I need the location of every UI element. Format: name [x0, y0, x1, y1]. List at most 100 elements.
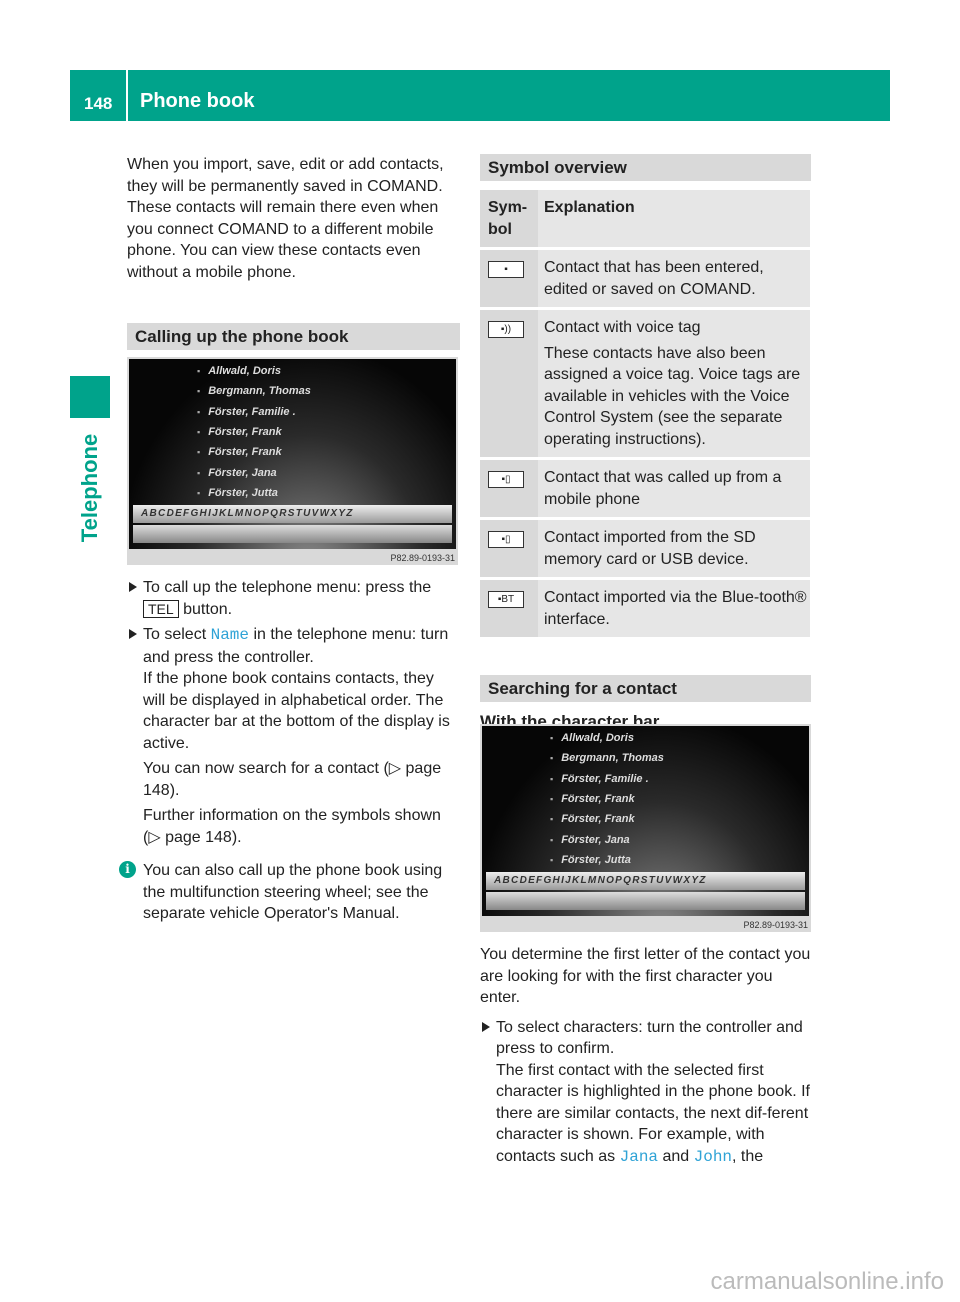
text: , the — [732, 1147, 764, 1165]
section-heading: Calling up the phone book — [127, 323, 460, 350]
symbol-cell: ▪BT — [480, 580, 538, 637]
contact-entry: ▪ Förster, Frank — [197, 426, 282, 438]
symbol-row: ▪▯ Contact that was called up from a mobi… — [480, 460, 810, 517]
contact-icon: ▪ — [197, 467, 201, 478]
screen-image: ▪ Allwald, Doris ▪ Bergmann, Thomas ▪ Förster… — [127, 357, 458, 565]
explanation: Contact that has been entered, edited or… — [544, 259, 764, 298]
display: ▪ Allwald, Doris ▪ Bergmann, Thomas ▪ Förster… — [482, 726, 809, 916]
person-sd-icon: ▪▯ — [488, 531, 524, 548]
contact-entry: ▪ Förster, Jutta — [197, 487, 278, 499]
info-note: i You can also call up the phone book usi… — [119, 860, 460, 925]
text: and — [658, 1147, 694, 1165]
contact-name: Förster, Jutta — [561, 853, 631, 866]
symbol-cell: ▪)) — [480, 310, 538, 457]
contact-icon: ▪ — [550, 834, 554, 845]
contact-name: Förster, Familie . — [561, 772, 649, 785]
contact-icon: ▪ — [550, 773, 554, 784]
contact-name: Förster, Frank — [561, 813, 635, 826]
contact-name: Allwald, Doris — [208, 365, 281, 377]
left-column: When you import, save, edit or add conta… — [127, 154, 460, 350]
explanation-detail: These contacts have also been assigned a… — [544, 344, 801, 448]
explanation-cell: Contact that was called up from a mobile… — [538, 460, 810, 517]
person-icon: ▪ — [488, 261, 524, 278]
step-2: To select Name in the telephone menu: tu… — [127, 624, 460, 848]
symbol-row: ▪ Contact that has been entered, edited o… — [480, 250, 810, 307]
page-title: Phone book — [140, 90, 255, 112]
text: To select — [143, 626, 211, 643]
contact-name: Förster, Frank — [561, 792, 635, 805]
tel-key: TEL — [143, 599, 179, 618]
symbol-cell: ▪ — [480, 250, 538, 307]
bottom-bar — [133, 525, 452, 543]
divider — [126, 70, 128, 121]
contact-icon: ▪ — [197, 426, 201, 437]
contact-icon: ▪ — [550, 733, 554, 743]
contact-icon: ▪ — [550, 854, 554, 865]
example-jana: Jana — [619, 1147, 659, 1166]
contact-icon: ▪ — [197, 447, 201, 458]
person-phone-icon: ▪▯ — [488, 471, 524, 488]
contact-icon: ▪ — [197, 487, 201, 498]
explanation: Contact imported from the SD memory card… — [544, 529, 756, 568]
section-heading-2: Searching for a contact — [480, 675, 811, 702]
text: You can also call up the phone book usin… — [143, 862, 443, 922]
contact-name: Bergmann, Thomas — [561, 752, 664, 765]
arrow-icon — [482, 1021, 490, 1032]
step: To select characters: turn the controlle… — [480, 1017, 811, 1169]
text: button. — [178, 600, 233, 618]
screen-image: ▪ Allwald, Doris ▪ Bergmann, Thomas ▪ Förster… — [480, 724, 811, 932]
contact-entry: ▪ Förster, Familie . — [550, 773, 649, 785]
contact-entry: ▪ Förster, Frank — [550, 813, 635, 825]
person-bluetooth-icon: ▪BT — [488, 591, 524, 608]
contact-icon: ▪ — [197, 406, 201, 417]
step-1: To call up the telephone menu: press the… — [127, 577, 460, 620]
contact-entry: ▪ Allwald, Doris — [550, 732, 634, 744]
explanation: Contact that was called up from a mobile… — [544, 469, 782, 508]
contact-name: Allwald, Doris — [561, 732, 634, 744]
example-john: John — [693, 1147, 733, 1166]
menu-item-name: Name — [210, 626, 249, 644]
symbol-table: Sym- bol Explanation ▪ Contact that has be… — [480, 187, 810, 640]
text: To call up the telephone menu: press the — [143, 579, 432, 596]
contact-icon: ▪ — [550, 793, 554, 804]
right-text: You determine the first letter of the co… — [480, 944, 811, 1172]
explanation-cell: Contact with voice tag These contacts hav… — [538, 310, 810, 457]
contact-icon: ▪ — [197, 366, 201, 376]
explanation: Contact imported via the Blue-tooth® int… — [544, 589, 807, 628]
figure-ref: P82.89-0193-31 — [390, 553, 455, 563]
contact-entry: ▪ Förster, Jutta — [550, 854, 631, 866]
section-heading: Symbol overview — [480, 154, 811, 181]
display: ▪ Allwald, Doris ▪ Bergmann, Thomas ▪ Förster… — [129, 359, 456, 549]
contact-icon: ▪ — [550, 814, 554, 825]
symbol-row: ▪BT Contact imported via the Blue-tooth® … — [480, 580, 810, 637]
symbol-row: ▪▯ Contact imported from the SD memory ca… — [480, 520, 810, 577]
page-header: 148 Phone book — [70, 70, 890, 121]
page-number: 148 — [84, 94, 113, 113]
person-voice-icon: ▪)) — [488, 321, 524, 338]
watermark: carmanualsonline.info — [710, 1268, 944, 1295]
side-tab-label: Telephone — [70, 430, 110, 546]
character-bar: ABCDEFGHIJKLMNOPQRSTUVWXYZ — [133, 505, 452, 523]
col-symbol: Sym- bol — [480, 190, 538, 247]
contact-icon: ▪ — [550, 753, 554, 764]
page-ref: Further information on the symbols shown… — [143, 807, 441, 846]
character-bar: ABCDEFGHIJKLMNOPQRSTUVWXYZ — [486, 872, 805, 890]
contact-entry: ▪ Förster, Frank — [197, 446, 282, 458]
symbol-row: ▪)) Contact with voice tag These contacts … — [480, 310, 810, 457]
side-tab-text: Telephone — [77, 433, 102, 543]
contact-icon: ▪ — [197, 386, 201, 397]
contact-name: Förster, Jana — [561, 833, 630, 846]
contact-entry: ▪ Bergmann, Thomas — [197, 385, 311, 397]
explanation: Contact with voice tag — [544, 319, 701, 336]
contact-name: Förster, Jutta — [208, 486, 278, 499]
info-icon: i — [119, 861, 136, 878]
explanation-cell: Contact imported from the SD memory card… — [538, 520, 810, 577]
symbol-cell: ▪▯ — [480, 460, 538, 517]
contact-name: Bergmann, Thomas — [208, 385, 311, 398]
explanation-cell: Contact imported via the Blue-tooth® int… — [538, 580, 810, 637]
contact-entry: ▪ Förster, Familie . — [197, 406, 296, 418]
paragraph: You determine the first letter of the co… — [480, 946, 811, 1006]
right-column: Symbol overview Sym- bol Explanation ▪ Con… — [480, 154, 811, 740]
side-tab-marker — [70, 376, 110, 418]
contact-entry: ▪ Förster, Jana — [550, 834, 630, 846]
